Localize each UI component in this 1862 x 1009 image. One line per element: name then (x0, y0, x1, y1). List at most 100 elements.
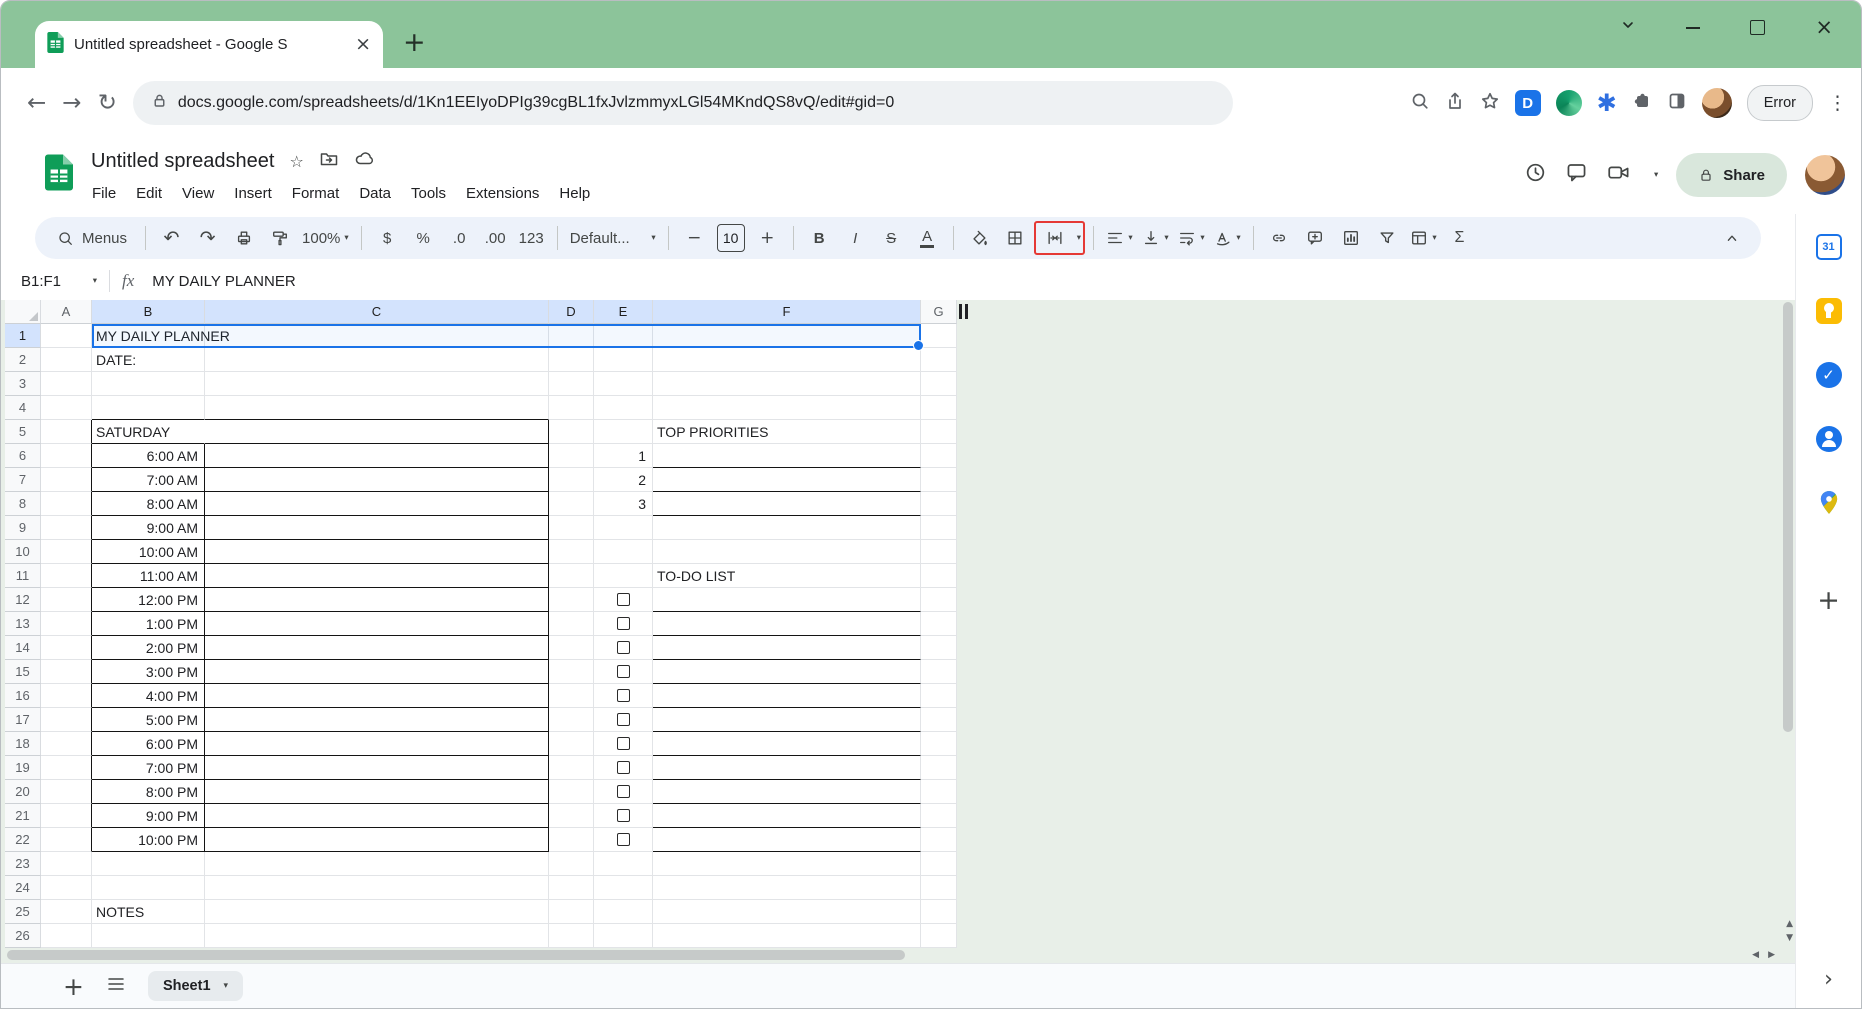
scroll-right-icon[interactable]: ▶ (1768, 951, 1775, 960)
merge-cells-caret-icon[interactable]: ▾ (1077, 233, 1081, 243)
cell-E9[interactable] (594, 516, 653, 540)
cell-B8[interactable]: 8:00 AM (92, 492, 205, 516)
cell-G6[interactable] (921, 444, 957, 468)
column-header-B[interactable]: B (92, 300, 205, 324)
todo-checkbox[interactable] (617, 761, 630, 774)
cell-C11[interactable] (205, 564, 549, 588)
cell-C23[interactable] (205, 852, 549, 876)
cell-D4[interactable] (549, 396, 594, 420)
column-header-A[interactable]: A (41, 300, 92, 324)
cell-E7[interactable]: 2 (594, 468, 653, 492)
cloud-status-icon[interactable] (354, 149, 376, 174)
cell-G9[interactable] (921, 516, 957, 540)
italic-button[interactable]: I (838, 223, 873, 253)
menu-tools[interactable]: Tools (402, 182, 455, 205)
cell-F22[interactable] (653, 828, 921, 852)
bold-button[interactable]: B (802, 223, 837, 253)
cell-B14[interactable]: 2:00 PM (92, 636, 205, 660)
row-header-7[interactable]: 7 (5, 468, 41, 492)
zoom-select[interactable]: 100%▾ (298, 223, 353, 253)
cell-G12[interactable] (921, 588, 957, 612)
column-header-E[interactable]: E (594, 300, 653, 324)
cell-A13[interactable] (41, 612, 92, 636)
cell-C16[interactable] (205, 684, 549, 708)
cell-F13[interactable] (653, 612, 921, 636)
menus-search-button[interactable]: Menus (47, 230, 137, 247)
cell-E5[interactable] (594, 420, 653, 444)
cell-F16[interactable] (653, 684, 921, 708)
reload-icon[interactable]: ↻ (98, 92, 117, 115)
strikethrough-button[interactable]: S (874, 223, 909, 253)
cell-C10[interactable] (205, 540, 549, 564)
cell-F17[interactable] (653, 708, 921, 732)
cell-B26[interactable] (92, 924, 205, 948)
extension-green-icon[interactable] (1556, 90, 1582, 116)
cell-D24[interactable] (549, 876, 594, 900)
cell-D8[interactable] (549, 492, 594, 516)
cell-E22[interactable] (594, 828, 653, 852)
cell-G7[interactable] (921, 468, 957, 492)
cell-A20[interactable] (41, 780, 92, 804)
account-avatar[interactable] (1805, 155, 1845, 195)
cell-C17[interactable] (205, 708, 549, 732)
cell-G11[interactable] (921, 564, 957, 588)
cell-B2[interactable]: DATE: (92, 348, 205, 372)
bookmark-star-icon[interactable] (1480, 91, 1500, 116)
cell-E8[interactable]: 3 (594, 492, 653, 516)
cell-C18[interactable] (205, 732, 549, 756)
cell-B22[interactable]: 10:00 PM (92, 828, 205, 852)
cell-G26[interactable] (921, 924, 957, 948)
cell-D2[interactable] (549, 348, 594, 372)
close-window-button[interactable]: × (1815, 17, 1833, 38)
cell-F12[interactable] (653, 588, 921, 612)
cell-E3[interactable] (594, 372, 653, 396)
row-header-3[interactable]: 3 (5, 372, 41, 396)
cell-D11[interactable] (549, 564, 594, 588)
star-icon[interactable]: ☆ (289, 152, 303, 171)
calendar-icon[interactable]: 31 (1816, 234, 1842, 260)
cell-C2[interactable] (205, 348, 549, 372)
row-header-6[interactable]: 6 (5, 444, 41, 468)
cell-G3[interactable] (921, 372, 957, 396)
cell-A26[interactable] (41, 924, 92, 948)
maximize-button[interactable] (1750, 20, 1765, 35)
row-header-21[interactable]: 21 (5, 804, 41, 828)
cell-D10[interactable] (549, 540, 594, 564)
cell-A11[interactable] (41, 564, 92, 588)
cell-A4[interactable] (41, 396, 92, 420)
cell-D25[interactable] (549, 900, 594, 924)
cell-G20[interactable] (921, 780, 957, 804)
cell-D21[interactable] (549, 804, 594, 828)
menu-insert[interactable]: Insert (225, 182, 281, 205)
cell-C22[interactable] (205, 828, 549, 852)
cell-B15[interactable]: 3:00 PM (92, 660, 205, 684)
todo-checkbox[interactable] (617, 593, 630, 606)
cell-D22[interactable] (549, 828, 594, 852)
cell-A1[interactable] (41, 324, 92, 348)
cell-E16[interactable] (594, 684, 653, 708)
text-wrap-button[interactable]: ▾ (1174, 223, 1209, 253)
cell-D6[interactable] (549, 444, 594, 468)
cell-A16[interactable] (41, 684, 92, 708)
cell-F10[interactable] (653, 540, 921, 564)
row-header-26[interactable]: 26 (5, 924, 41, 948)
cell-A6[interactable] (41, 444, 92, 468)
row-header-14[interactable]: 14 (5, 636, 41, 660)
cell-A15[interactable] (41, 660, 92, 684)
menu-extensions[interactable]: Extensions (457, 182, 548, 205)
cell-B18[interactable]: 6:00 PM (92, 732, 205, 756)
cell-B17[interactable]: 5:00 PM (92, 708, 205, 732)
cell-F2[interactable] (653, 348, 921, 372)
cell-F20[interactable] (653, 780, 921, 804)
collapse-toolbar-icon[interactable] (1714, 223, 1749, 253)
cell-B11[interactable]: 11:00 AM (92, 564, 205, 588)
cell-D14[interactable] (549, 636, 594, 660)
cell-C21[interactable] (205, 804, 549, 828)
cell-E10[interactable] (594, 540, 653, 564)
cell-B23[interactable] (92, 852, 205, 876)
minimize-button[interactable] (1686, 27, 1700, 29)
select-all-corner[interactable] (5, 300, 41, 324)
cell-A18[interactable] (41, 732, 92, 756)
cell-C20[interactable] (205, 780, 549, 804)
comment-history-icon[interactable] (1565, 161, 1588, 189)
